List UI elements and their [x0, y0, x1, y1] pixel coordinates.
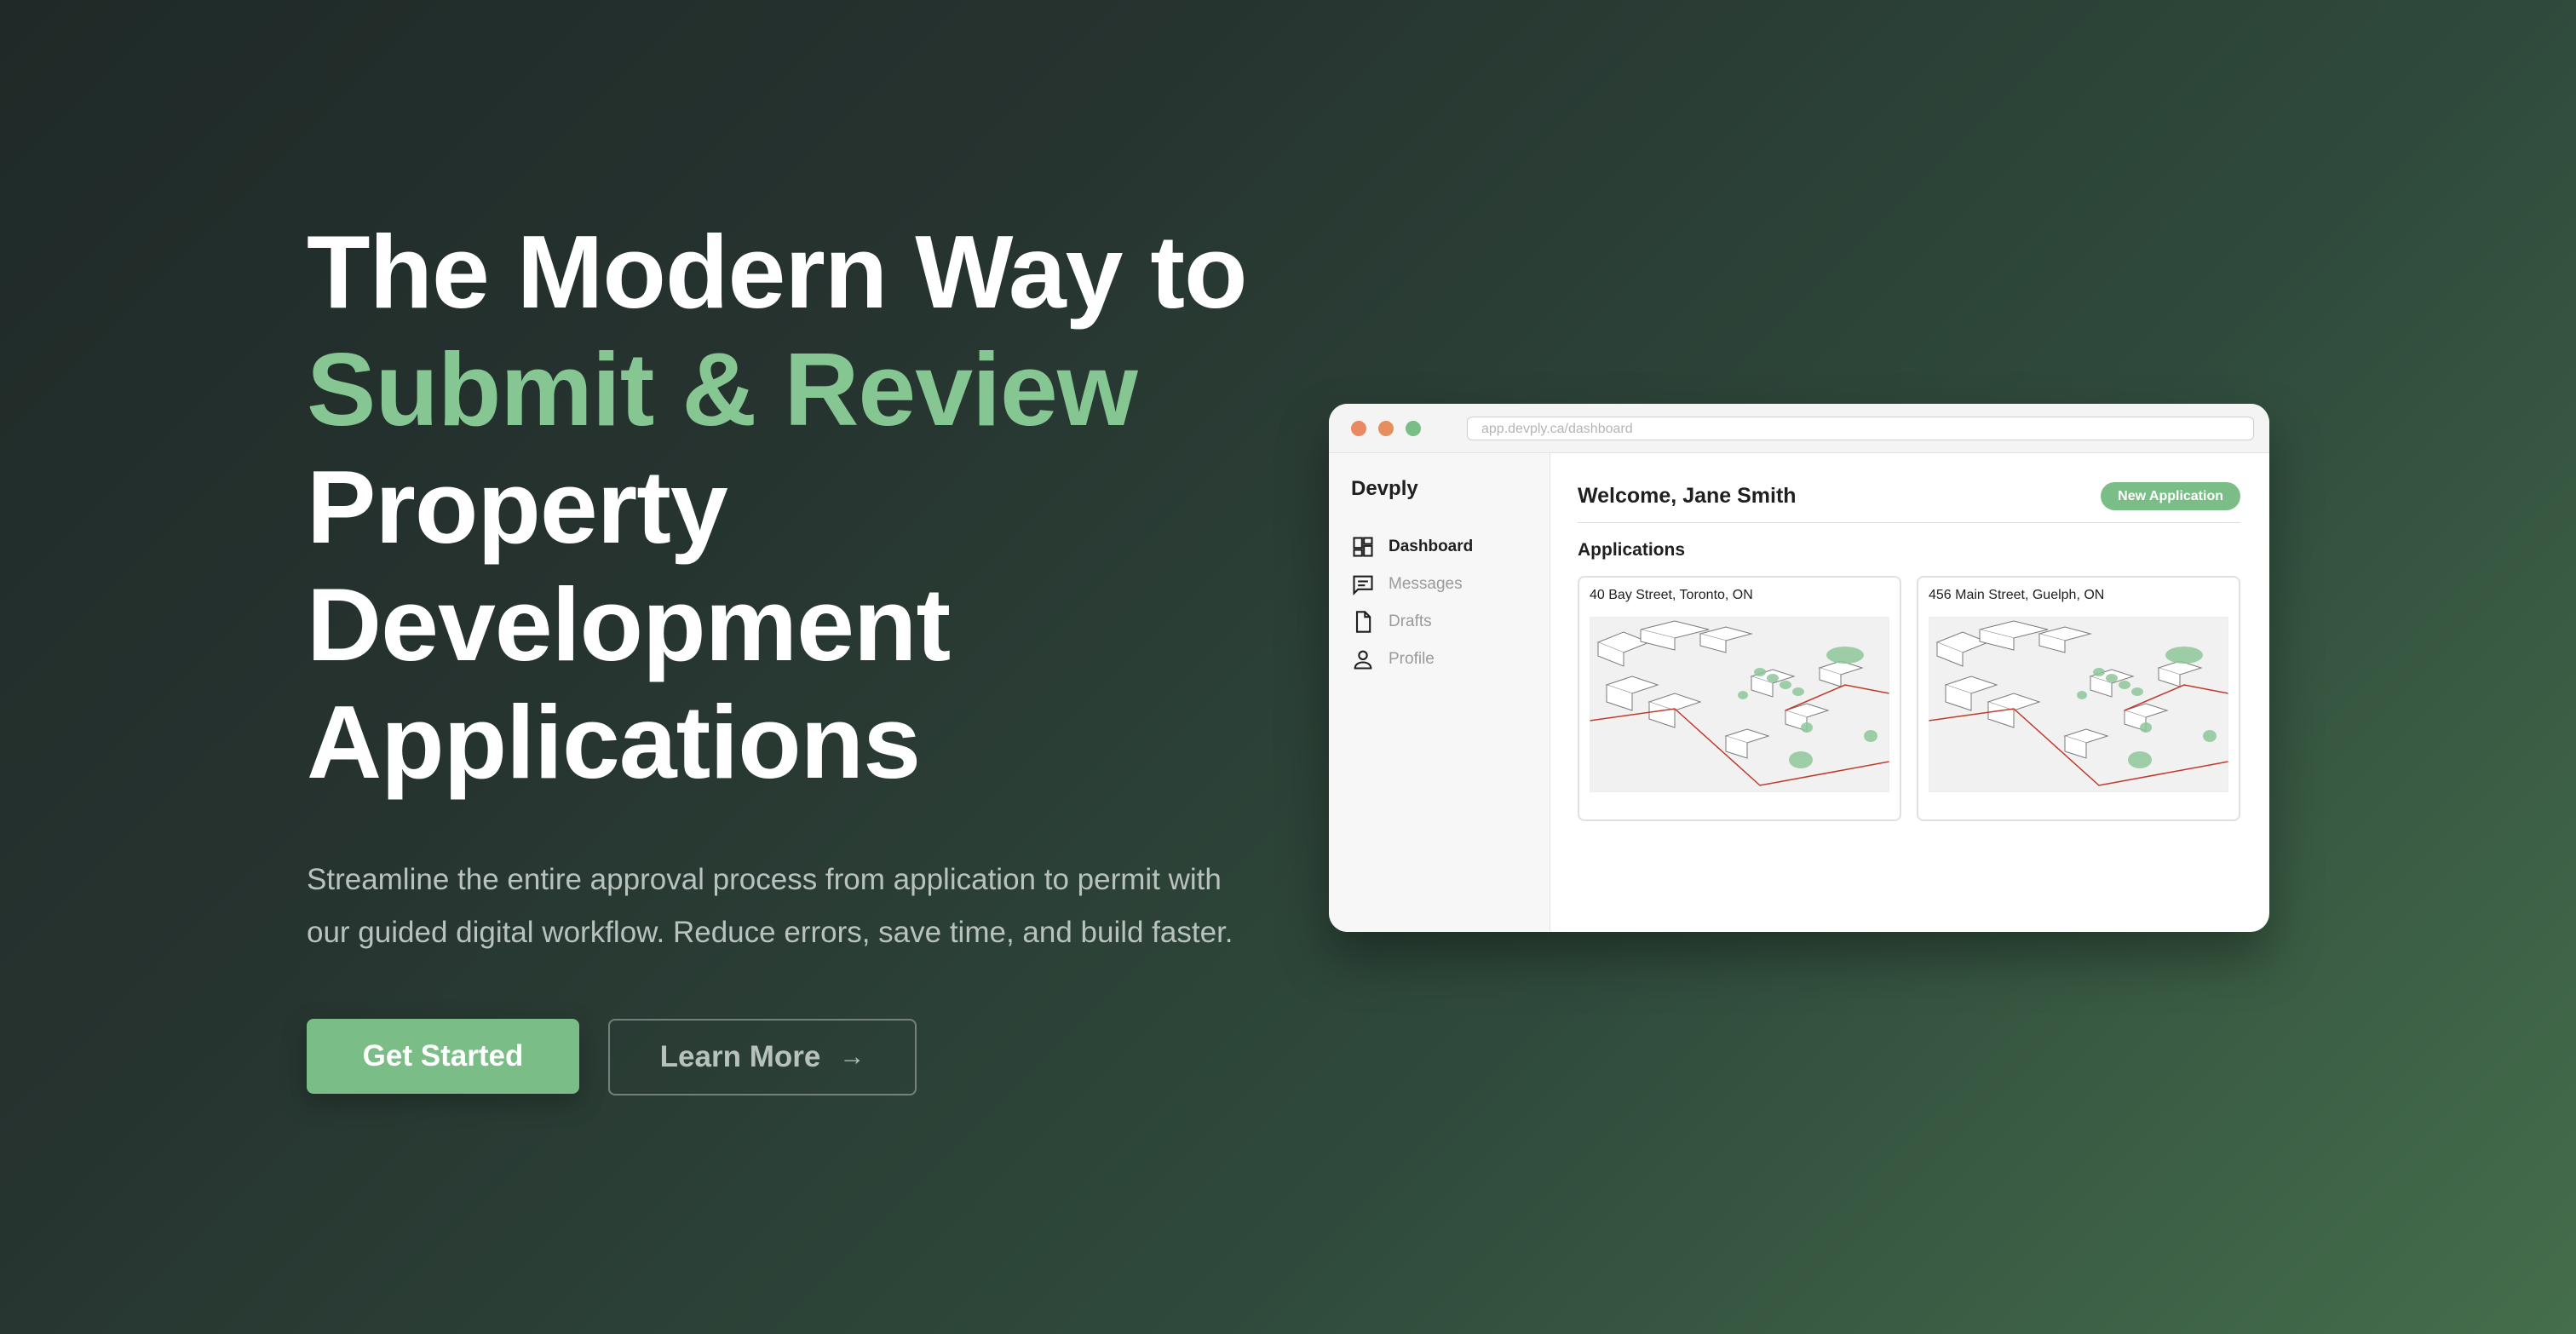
sidebar-item-dashboard[interactable]: Dashboard: [1351, 528, 1550, 566]
sidebar-item-drafts[interactable]: Drafts: [1351, 603, 1550, 641]
brand-logo: Devply: [1351, 477, 1418, 500]
application-address: 40 Bay Street, Toronto, ON: [1590, 588, 1753, 602]
hero-section: The Modern Way to Submit & Review Proper…: [307, 213, 1295, 1095]
get-started-button[interactable]: Get Started: [307, 1019, 579, 1094]
applications-list: 40 Bay Street, Toronto, ON 456 Main Stre…: [1578, 576, 2240, 821]
application-address: 456 Main Street, Guelph, ON: [1929, 588, 2105, 602]
close-window-dot[interactable]: [1351, 420, 1366, 436]
applications-heading: Applications: [1578, 540, 1686, 560]
application-card[interactable]: 40 Bay Street, Toronto, ON: [1578, 576, 1901, 821]
headline-line: Property: [307, 449, 728, 565]
arrow-right-icon: →: [839, 1043, 865, 1071]
messages-icon: [1353, 575, 1373, 596]
get-started-label: Get Started: [362, 1039, 524, 1072]
headline-accent: Submit & Review: [307, 331, 1138, 447]
welcome-heading: Welcome, Jane Smith: [1578, 484, 1797, 508]
sidebar-item-label: Messages: [1389, 575, 1463, 593]
app-main: Welcome, Jane Smith New Application Appl…: [1550, 453, 2269, 932]
minimize-window-dot[interactable]: [1378, 420, 1394, 436]
hero-subtext: Streamline the entire approval process f…: [307, 863, 1233, 949]
maximize-window-dot[interactable]: [1406, 420, 1421, 436]
browser-titlebar: app.devply.ca/dashboard: [1329, 404, 2269, 453]
learn-more-label: Learn More: [659, 1040, 821, 1073]
new-application-button[interactable]: New Application: [2101, 482, 2240, 510]
learn-more-button[interactable]: Learn More →: [608, 1019, 917, 1095]
main-header: Welcome, Jane Smith New Application: [1578, 482, 2240, 523]
app-body: Devply Dashboard Messages Drafts Profile…: [1329, 453, 2269, 932]
sidebar-item-profile[interactable]: Profile: [1351, 641, 1550, 678]
site-plan-illustration: [1590, 617, 1889, 792]
headline-line: The Modern Way to: [307, 214, 1248, 330]
app-sidebar: Devply Dashboard Messages Drafts Profile: [1329, 453, 1550, 932]
user-icon: [1354, 650, 1372, 670]
headline-line: Development: [307, 566, 951, 682]
document-icon: [1355, 611, 1371, 633]
sidebar-item-label: Drafts: [1389, 612, 1432, 630]
dashboard-icon: [1353, 537, 1373, 557]
sidebar-item-messages[interactable]: Messages: [1351, 566, 1550, 603]
application-card[interactable]: 456 Main Street, Guelph, ON: [1917, 576, 2240, 821]
headline-line: Applications: [307, 684, 921, 800]
app-preview-window: app.devply.ca/dashboard Devply Dashboard…: [1329, 404, 2269, 932]
url-bar[interactable]: app.devply.ca/dashboard: [1467, 416, 2254, 440]
site-plan-illustration: [1929, 617, 2228, 792]
sidebar-item-label: Profile: [1389, 650, 1435, 668]
cta-row: Get Started Learn More →: [307, 1019, 1295, 1095]
hero-headline: The Modern Way to Submit & Review Proper…: [307, 213, 1295, 801]
sidebar-item-label: Dashboard: [1389, 538, 1474, 555]
